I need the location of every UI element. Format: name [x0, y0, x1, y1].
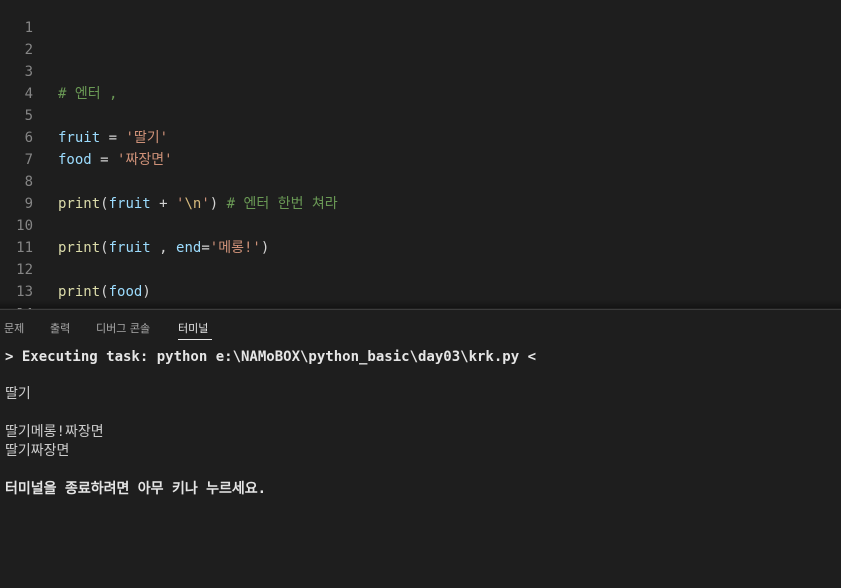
- editor-scroll-shadow: [0, 300, 841, 308]
- terminal-panel[interactable]: > Executing task: python e:\NAMoBOX\pyth…: [0, 346, 841, 588]
- tab-debug-console[interactable]: 디버그 콘솔: [96, 320, 150, 338]
- tab-problems[interactable]: 문제: [4, 320, 24, 338]
- editor-line: 8 print(fruit + '\n') # 엔터 한번 쳐라: [0, 149, 841, 212]
- editor-line: 3 # 엔터 ,: [0, 39, 841, 102]
- editor-line: 13: [0, 259, 841, 300]
- tab-output[interactable]: 출력: [50, 320, 70, 338]
- editor-line: 4: [0, 61, 841, 102]
- terminal-exit-message: 터미널을 종료하려면 아무 키나 누르세요.: [5, 481, 267, 497]
- editor-line: 11: [0, 215, 841, 256]
- code-editor[interactable]: 1 2 3 # 엔터 , 4 5 fruit = '딸기' 6 food = '…: [0, 0, 841, 310]
- terminal-output-line: 딸기: [5, 386, 31, 402]
- editor-line: 1: [0, 0, 841, 36]
- editor-line: 2: [0, 17, 841, 58]
- vscode-window: 1 2 3 # 엔터 , 4 5 fruit = '딸기' 6 food = '…: [0, 0, 841, 588]
- panel-tab-bar: 문제 출력 디버그 콘솔 터미널: [0, 310, 841, 346]
- editor-line: 12 print(food): [0, 237, 841, 300]
- terminal-output-line: 딸기메롱!짜장면: [5, 424, 104, 440]
- editor-line: 9: [0, 171, 841, 212]
- editor-line: 5 fruit = '딸기': [0, 83, 841, 146]
- tab-terminal[interactable]: 터미널: [178, 320, 208, 338]
- editor-line: 6 food = '짜장면': [0, 105, 841, 168]
- terminal-task-line: > Executing task: python e:\NAMoBOX\pyth…: [5, 349, 537, 365]
- active-tab-indicator: [178, 339, 212, 340]
- terminal-output-line: 딸기짜장면: [5, 443, 70, 459]
- editor-line: 7: [0, 127, 841, 168]
- editor-line: 10 print(fruit , end='메롱!'): [0, 193, 841, 256]
